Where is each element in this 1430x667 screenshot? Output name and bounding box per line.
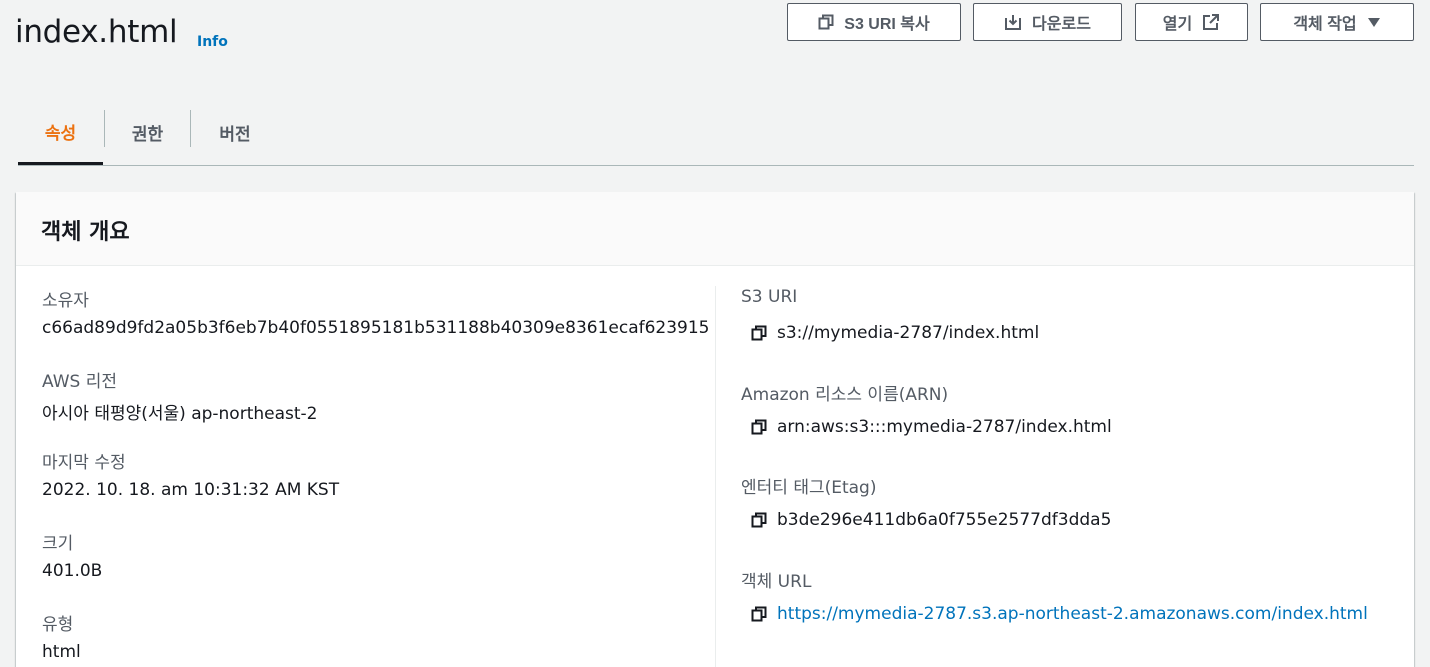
etag-row: b3de296e411db6a0f755e2577df3dda5 [751,510,1111,530]
size-label: 크기 [42,534,74,554]
s3-uri-row: s3://mymedia-2787/index.html [751,323,1039,343]
object-actions-dropdown[interactable]: 객체 작업 [1260,3,1414,41]
copy-icon [818,14,834,30]
caret-down-icon [1367,16,1381,28]
tab-versions[interactable]: 버전 [191,100,279,165]
object-url-link[interactable]: https://mymedia-2787.s3.ap-northeast-2.a… [777,604,1368,624]
etag-label: 엔터티 태그(Etag) [741,478,877,498]
download-label: 다운로드 [1032,16,1091,33]
open-button[interactable]: 열기 [1135,3,1248,41]
copy-icon[interactable] [751,512,767,528]
download-icon [1004,13,1022,31]
arn-row: arn:aws:s3:::mymedia-2787/index.html [751,417,1112,437]
object-url-label: 객체 URL [741,572,812,592]
arn-label: Amazon 리소스 이름(ARN) [741,385,949,405]
size-value: 401.0B [42,561,103,581]
panel-title: 객체 개요 [41,220,130,245]
arn-value: arn:aws:s3:::mymedia-2787/index.html [777,417,1112,437]
s3-uri-label: S3 URI [741,287,798,307]
object-overview-panel: 객체 개요 소유자 c66ad89d9fd2a05b3f6eb7b40f0551… [16,192,1414,667]
copy-icon[interactable] [751,325,767,341]
download-button[interactable]: 다운로드 [973,3,1122,41]
external-link-icon [1202,13,1220,31]
object-actions-label: 객체 작업 [1293,16,1357,33]
open-label: 열기 [1162,16,1193,33]
copy-icon[interactable] [751,419,767,435]
tab-permissions[interactable]: 권한 [104,100,191,165]
owner-label: 소유자 [42,291,89,311]
last-modified-value: 2022. 10. 18. am 10:31:32 AM KST [42,480,340,500]
panel-header: 객체 개요 [16,192,1414,266]
copy-icon[interactable] [751,606,767,622]
type-value: html [42,642,81,662]
type-label: 유형 [42,615,74,635]
object-detail-page: index.html Info S3 URI 복사 다운로드 열기 객체 작업 … [0,0,1430,667]
column-divider [715,286,716,667]
copy-s3-uri-label: S3 URI 복사 [844,16,930,33]
etag-value: b3de296e411db6a0f755e2577df3dda5 [777,510,1112,530]
region-label: AWS 리전 [42,372,117,392]
tab-properties[interactable]: 속성 [18,100,103,165]
last-modified-label: 마지막 수정 [42,453,126,473]
object-url-row: https://mymedia-2787.s3.ap-northeast-2.a… [751,604,1368,624]
tab-bar: 속성 권한 버전 [18,100,1414,166]
copy-s3-uri-button[interactable]: S3 URI 복사 [787,3,961,41]
page-title: index.html [15,14,178,50]
region-value: 아시아 태평양(서울) ap-northeast-2 [42,404,318,424]
s3-uri-value: s3://mymedia-2787/index.html [777,323,1040,343]
info-link[interactable]: Info [197,34,228,50]
owner-value: c66ad89d9fd2a05b3f6eb7b40f0551895181b531… [42,318,710,338]
